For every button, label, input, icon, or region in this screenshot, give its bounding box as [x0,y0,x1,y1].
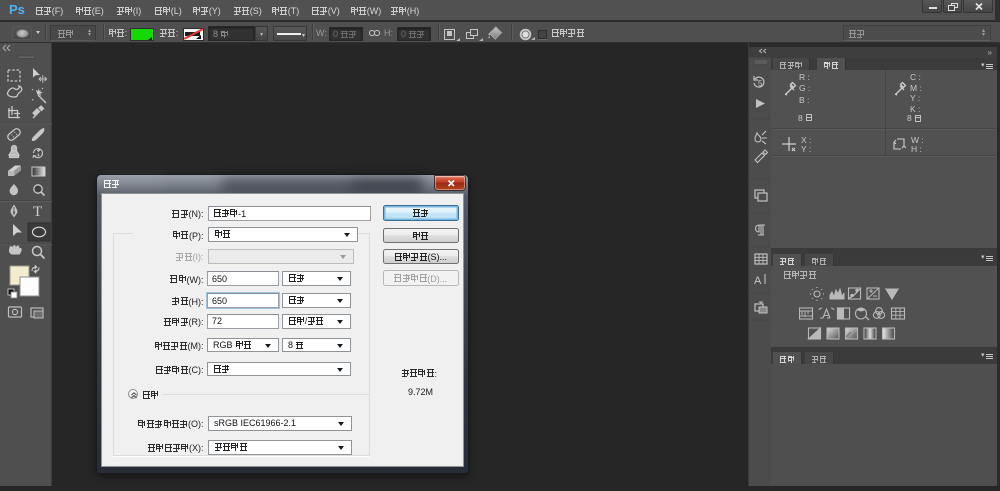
svg-text:T: T [33,204,42,220]
svg-text:A: A [754,275,762,287]
svg-text:5: 5 [758,79,763,88]
